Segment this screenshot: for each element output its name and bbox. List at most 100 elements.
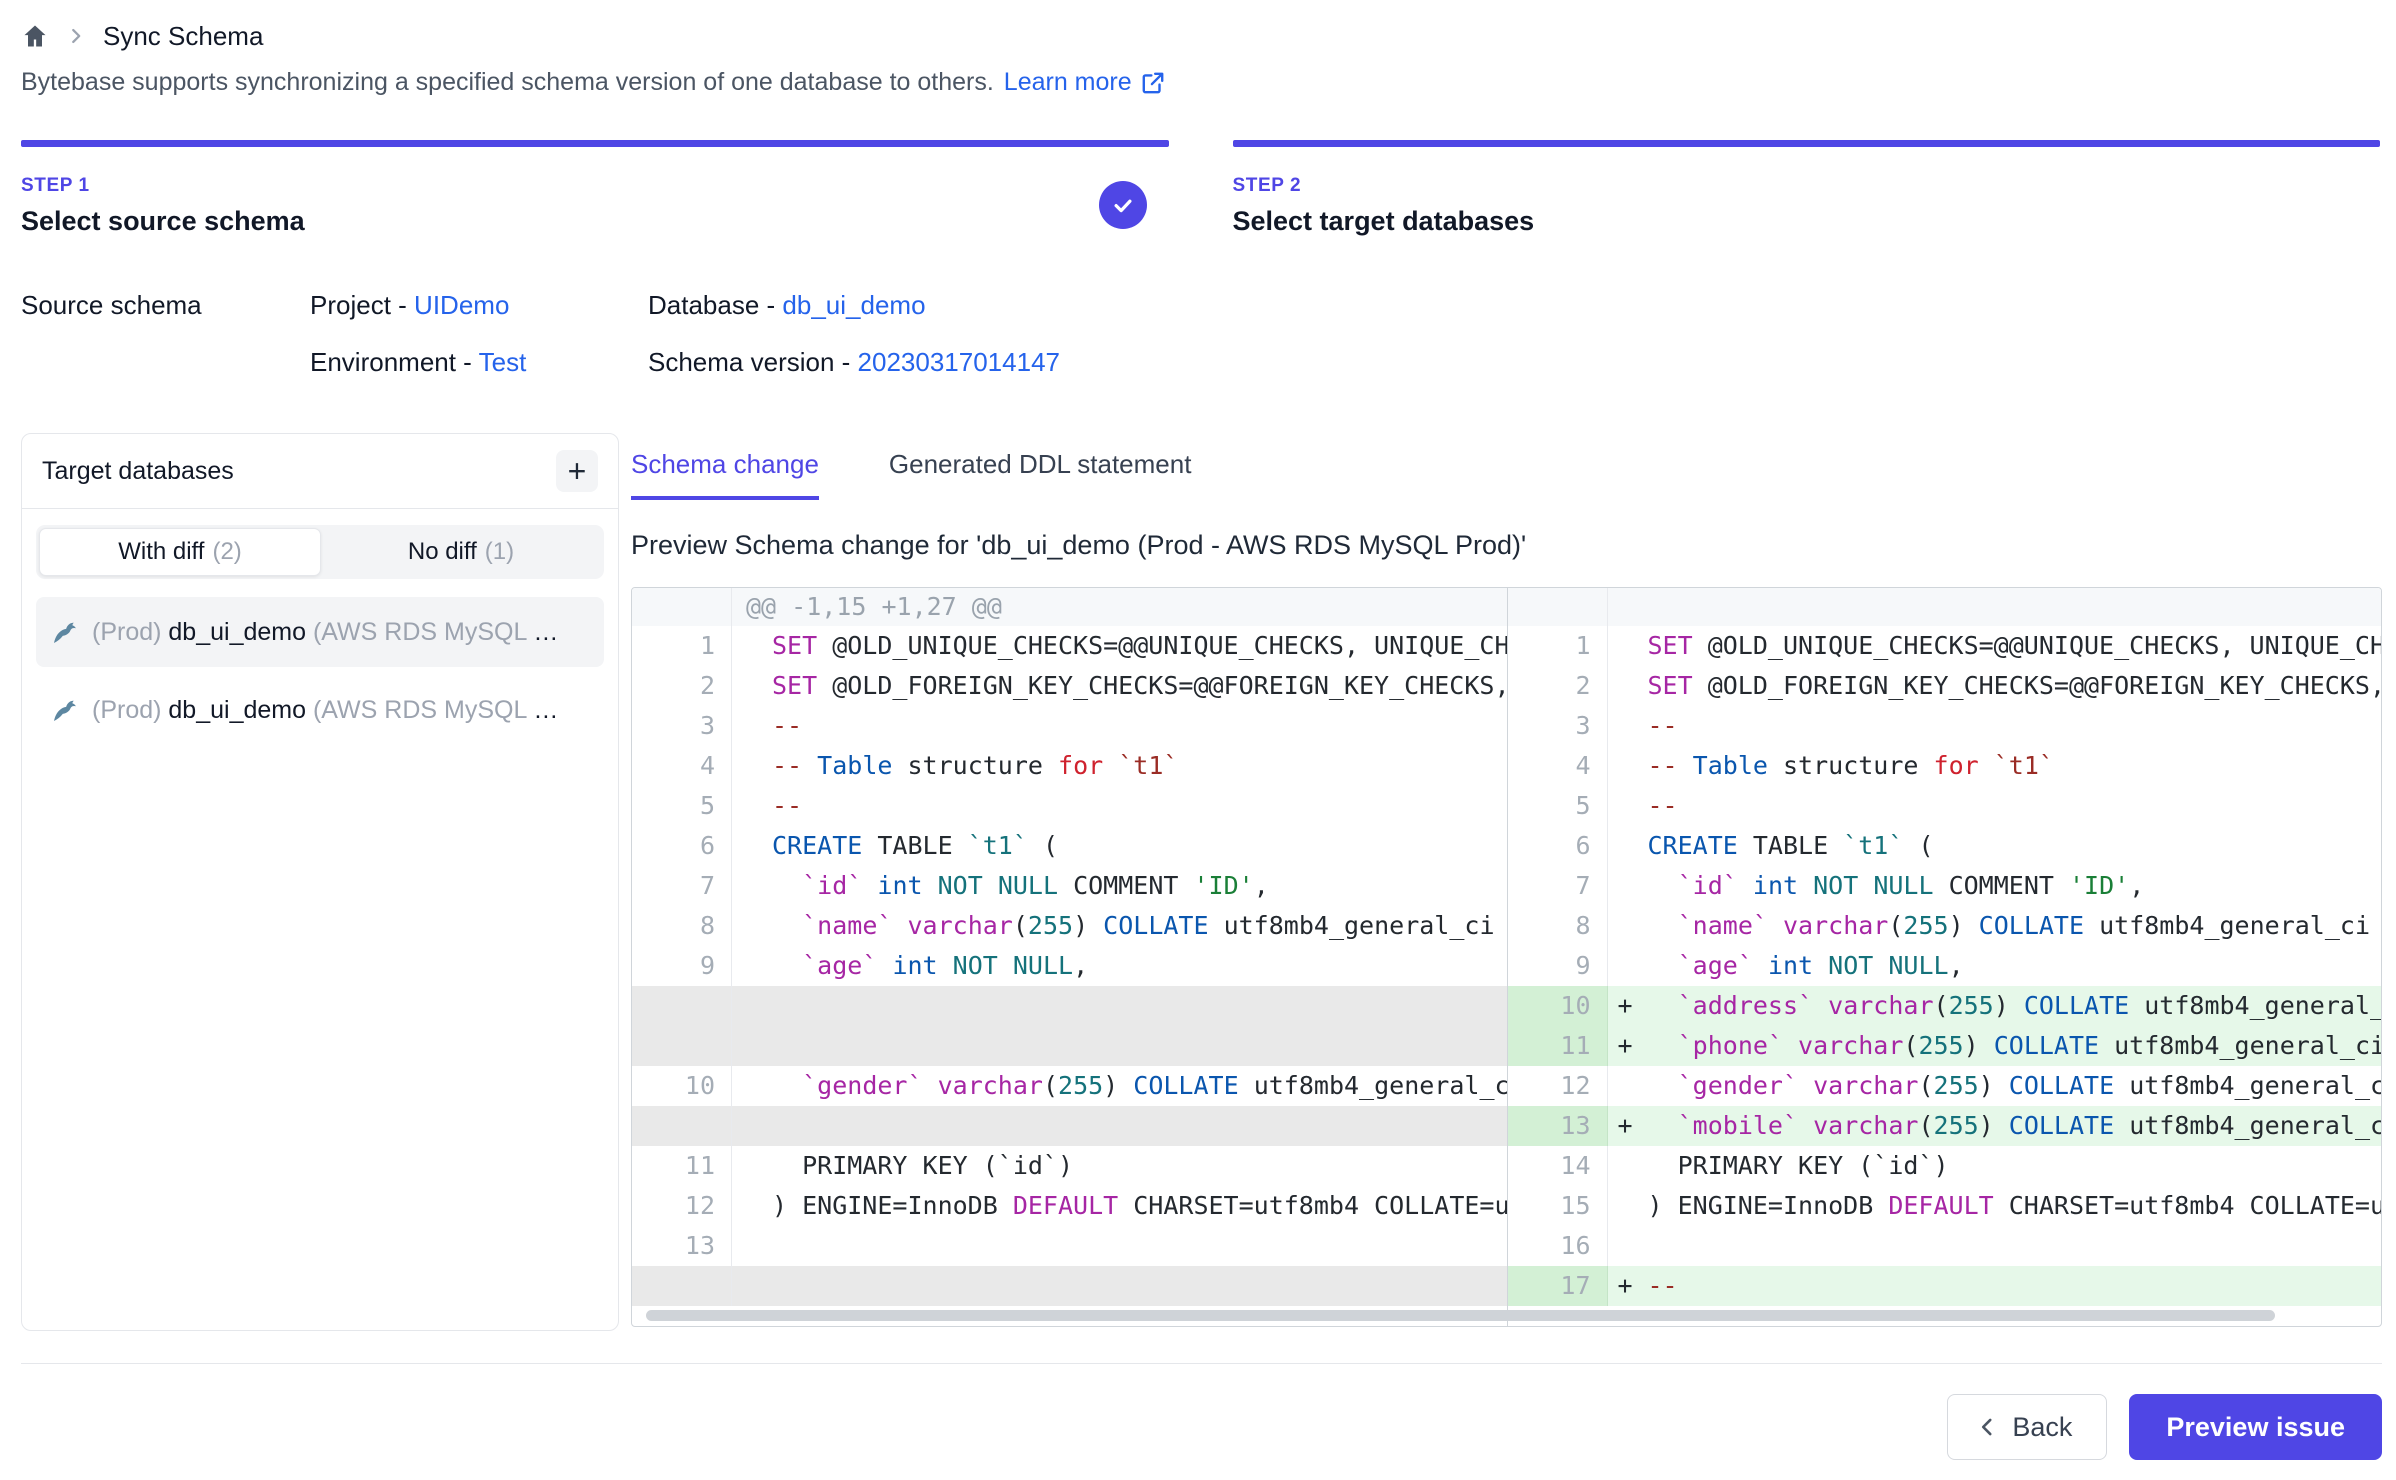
step-2-progress-bar (1233, 140, 2381, 147)
step-2-label: STEP 2 (1233, 175, 2381, 197)
line-marker (732, 1186, 772, 1226)
code-line: ) ENGINE=InnoDB DEFAULT CHARSET=utf8mb4 … (1608, 1186, 2382, 1226)
line-marker (732, 626, 772, 666)
line-number: 5 (1508, 786, 1608, 826)
home-icon[interactable] (21, 22, 49, 50)
horizontal-scrollbar[interactable] (646, 1310, 2275, 1321)
preview-issue-button[interactable]: Preview issue (2129, 1394, 2382, 1460)
preview-tabs: Schema change Generated DDL statement (631, 449, 2382, 500)
code-line: -- (732, 706, 1507, 746)
page-description: Bytebase supports synchronizing a specif… (21, 68, 1166, 97)
code-line: -- (1608, 706, 2382, 746)
environment-link[interactable]: Test (479, 347, 527, 377)
wizard-steps: STEP 1 Select source schema STEP 2 Selec… (21, 140, 2380, 237)
code-line: SET @OLD_FOREIGN_KEY_CHECKS=@@FOREIGN_KE… (1608, 666, 2382, 706)
line-number: 2 (632, 666, 732, 706)
learn-more-link[interactable]: Learn more (1004, 68, 1166, 97)
code-line: -- Table structure for `t1` (1608, 746, 2382, 786)
tab-generated-ddl[interactable]: Generated DDL statement (889, 449, 1192, 500)
diff-row: 16 (1508, 1226, 2382, 1266)
schema-diff-viewer: @@ -1,15 +1,27 @@1 SET @OLD_UNIQUE_CHECK… (631, 587, 2382, 1327)
line-number: 10 (1508, 986, 1608, 1026)
diff-row: 11 PRIMARY KEY (`id`) (632, 1146, 1507, 1186)
line-number: 8 (1508, 906, 1608, 946)
code-line (732, 1266, 1507, 1306)
diff-row: 15 ) ENGINE=InnoDB DEFAULT CHARSET=utf8m… (1508, 1186, 2382, 1226)
diff-row: 12 ) ENGINE=InnoDB DEFAULT CHARSET=utf8m… (632, 1186, 1507, 1226)
code-line: `age` int NOT NULL, (732, 946, 1507, 986)
diff-row: 14 PRIMARY KEY (`id`) (1508, 1146, 2382, 1186)
project-link[interactable]: UIDemo (414, 290, 509, 320)
code-line: + `mobile` varchar(255) COLLATE utf8mb4_… (1608, 1106, 2382, 1146)
added-line-marker: + (1608, 1106, 1648, 1146)
diff-row: 3 -- (1508, 706, 2382, 746)
line-marker (732, 906, 772, 946)
tab-with-diff[interactable]: With diff (2) (39, 528, 321, 576)
diff-row: 2 SET @OLD_FOREIGN_KEY_CHECKS=@@FOREIGN_… (1508, 666, 2382, 706)
schema-preview-area: Schema change Generated DDL statement Pr… (631, 433, 2382, 1331)
line-number: 12 (632, 1186, 732, 1226)
line-marker (732, 1066, 772, 1106)
line-number: 13 (632, 1226, 732, 1266)
hunk-header-row (1508, 588, 2382, 626)
database-item-label: (Prod) db_ui_demo (AWS RDS MySQL Prod) (92, 696, 562, 725)
mysql-icon (50, 695, 80, 725)
line-number (632, 986, 732, 1026)
line-marker (1608, 1226, 1648, 1266)
page-title: Sync Schema (103, 21, 263, 52)
source-schema-label: Source schema (21, 290, 310, 321)
code-line (732, 1026, 1507, 1066)
added-line-marker: + (1608, 986, 1648, 1026)
line-number: 1 (632, 626, 732, 666)
code-line: CREATE TABLE `t1` ( (1608, 826, 2382, 866)
line-marker (1608, 866, 1648, 906)
code-line: -- (1608, 786, 2382, 826)
diff-row: 4 -- Table structure for `t1` (632, 746, 1507, 786)
target-database-item[interactable]: (Prod) db_ui_demo (AWS RDS MySQL Prod) (36, 597, 604, 667)
diff-row: 13 (632, 1226, 1507, 1266)
back-button[interactable]: Back (1947, 1394, 2107, 1460)
code-line: SET @OLD_UNIQUE_CHECKS=@@UNIQUE_CHECKS, … (1608, 626, 2382, 666)
code-line: `name` varchar(255) COLLATE utf8mb4_gene… (732, 906, 1507, 946)
step-1: STEP 1 Select source schema (21, 140, 1169, 237)
code-line: `gender` varchar(255) COLLATE utf8mb4_ge… (1608, 1066, 2382, 1106)
line-marker (1608, 826, 1648, 866)
diff-row: 1 SET @OLD_UNIQUE_CHECKS=@@UNIQUE_CHECKS… (632, 626, 1507, 666)
source-schema-version: Schema version - 20230317014147 (648, 347, 1060, 378)
line-number: 5 (632, 786, 732, 826)
add-target-database-button[interactable]: + (556, 450, 598, 492)
line-marker (1608, 1186, 1648, 1226)
line-number: 15 (1508, 1186, 1608, 1226)
line-marker (732, 746, 772, 786)
step-1-progress-bar (21, 140, 1169, 147)
line-marker (732, 826, 772, 866)
diff-row: 4 -- Table structure for `t1` (1508, 746, 2382, 786)
diff-row: 6 CREATE TABLE `t1` ( (632, 826, 1507, 866)
database-link[interactable]: db_ui_demo (782, 290, 925, 320)
line-number: 9 (1508, 946, 1608, 986)
tab-schema-change[interactable]: Schema change (631, 449, 819, 500)
line-marker (732, 666, 772, 706)
line-number (632, 1266, 732, 1306)
target-databases-title: Target databases (42, 457, 234, 486)
diff-row: 12 `gender` varchar(255) COLLATE utf8mb4… (1508, 1066, 2382, 1106)
added-line-marker: + (1608, 1026, 1648, 1066)
code-line: -- (732, 786, 1507, 826)
line-marker (1608, 1066, 1648, 1106)
code-line: SET @OLD_UNIQUE_CHECKS=@@UNIQUE_CHECKS, … (732, 626, 1507, 666)
diff-row: 11+ `phone` varchar(255) COLLATE utf8mb4… (1508, 1026, 2382, 1066)
line-marker (732, 946, 772, 986)
line-number: 17 (1508, 1266, 1608, 1306)
line-number: 13 (1508, 1106, 1608, 1146)
mysql-icon (50, 617, 80, 647)
target-database-item[interactable]: (Prod) db_ui_demo (AWS RDS MySQL Prod) (36, 675, 604, 745)
diff-row: 17+-- (1508, 1266, 2382, 1306)
diff-row (632, 1266, 1507, 1306)
preview-title: Preview Schema change for 'db_ui_demo (P… (631, 530, 2382, 561)
schema-version-link[interactable]: 20230317014147 (858, 347, 1060, 377)
line-marker (732, 1146, 772, 1186)
diff-filter-tabs: With diff (2) No diff (1) (36, 525, 604, 579)
chevron-right-icon (65, 25, 87, 47)
database-item-label: (Prod) db_ui_demo (AWS RDS MySQL Prod) (92, 618, 562, 647)
tab-no-diff[interactable]: No diff (1) (321, 528, 601, 576)
